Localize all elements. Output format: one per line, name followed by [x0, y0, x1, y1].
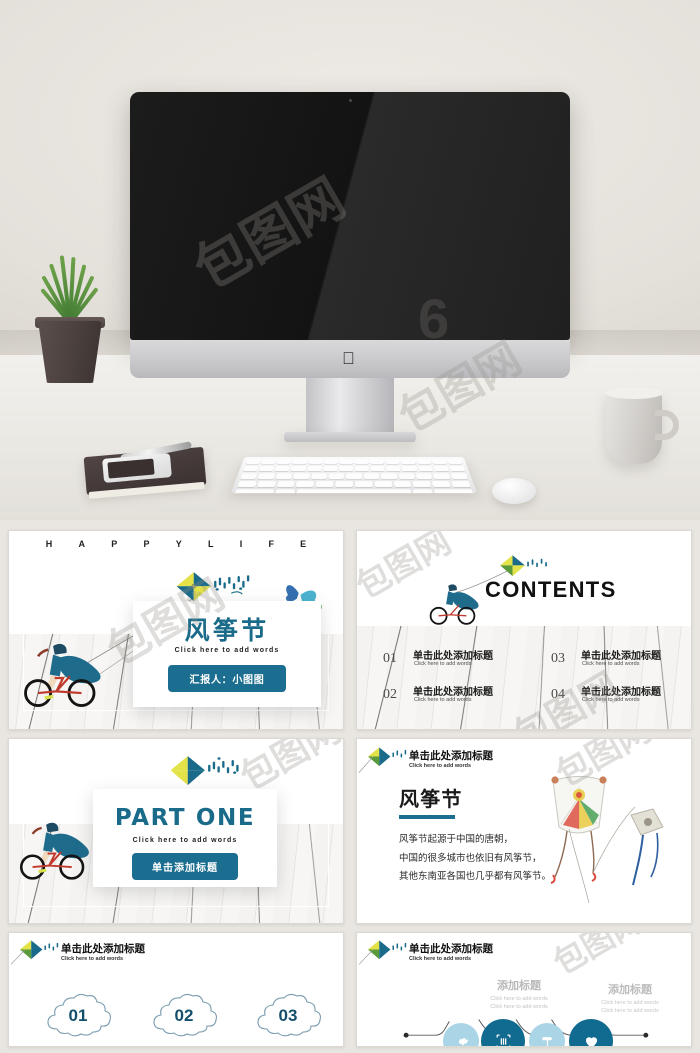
part-one-card: PART ONE Click here to add words 单击添加标题 — [93, 789, 277, 887]
contents-item-title: 单击此处添加标题 — [413, 651, 493, 662]
contents-item-num: 03 — [551, 651, 565, 666]
building-icon — [496, 1034, 510, 1046]
cloud-number: 02 — [174, 1006, 194, 1025]
thumb-slide-timeline[interactable]: 单击此处添加标题 Click here to add words 添加标题 Cl… — [356, 932, 692, 1047]
part-one-title: PART ONE — [114, 805, 256, 831]
intro-body-line: 其他东南亚各国也几乎都有风筝节。 — [399, 871, 552, 883]
potted-plant — [22, 255, 118, 385]
contents-item-desc: Click here to add words — [582, 661, 640, 667]
kite-icon — [176, 572, 250, 602]
imac-monitor: H A P P Y L I F E — [130, 92, 570, 442]
contents-item-num: 01 — [383, 651, 397, 666]
webcam-icon — [348, 99, 352, 102]
intro-title-underline — [399, 815, 455, 819]
thumb-slide-contents[interactable]: CONTENTS 01 单击此处添加标题 Click here to add w… — [356, 530, 692, 730]
thumb-slide-title[interactable]: H A P P Y L I F E 风筝节 Click here to add … — [8, 530, 344, 730]
clouds-head-cn: 单击此处添加标题 — [61, 943, 145, 955]
monitor-stand-foot — [284, 432, 416, 442]
thumb-slide-clouds[interactable]: 单击此处添加标题 Click here to add words 01 02 0… — [8, 932, 344, 1047]
plant-pot — [38, 321, 102, 383]
thumb-slide-part-one[interactable]: PART ONE Click here to add words 单击添加标题 … — [8, 738, 344, 924]
contents-item-desc: Click here to add words — [582, 697, 640, 703]
signpost-icon — [542, 1036, 552, 1046]
page-root: H A P P Y L I F E — [0, 0, 700, 1053]
thumb1-reporter-button[interactable]: 汇报人：小图图 — [167, 665, 287, 692]
part-one-subtitle: Click here to add words — [132, 837, 238, 844]
intro-head-en: Click here to add words — [409, 763, 472, 769]
part-one-button[interactable]: 单击添加标题 — [132, 853, 238, 880]
hero-mockup-scene: H A P P Y L I F E — [0, 0, 700, 520]
contents-heading: CONTENTS — [485, 577, 617, 602]
contents-item-desc: Click here to add words — [414, 697, 472, 703]
heart-icon — [585, 1036, 597, 1046]
clouds-head-en: Click here to add words — [61, 956, 124, 962]
monitor-bezel — [130, 92, 570, 340]
cloud-number: 03 — [278, 1006, 298, 1025]
kite-icon — [170, 756, 239, 786]
thumb1-subtitle-en: Click here to add words — [174, 647, 280, 654]
contents-item-num: 02 — [383, 687, 397, 702]
cloud-shape-02[interactable]: 02 — [147, 993, 221, 1041]
contents-item-title: 单击此处添加标题 — [581, 651, 661, 662]
timeline-connector — [403, 1019, 649, 1038]
thumb1-title-card: 风筝节 Click here to add words 汇报人：小图图 — [133, 601, 321, 707]
kite-icon — [500, 555, 547, 577]
kite-photo-illustration — [550, 776, 664, 904]
thumbnail-grid: H A P P Y L I F E 风筝节 Click here to add … — [0, 520, 700, 1053]
intro-head-cn: 单击此处添加标题 — [409, 750, 493, 762]
thumb-slide-intro[interactable]: 单击此处添加标题 Click here to add words 风筝节 风筝节… — [356, 738, 692, 924]
cloud-shape-03[interactable]: 03 — [251, 993, 325, 1041]
cloud-number: 01 — [68, 1006, 88, 1025]
gear-icon — [458, 1037, 468, 1045]
contents-item-num: 04 — [551, 687, 565, 702]
intro-section-title: 风筝节 — [399, 787, 463, 811]
cloud-shape-01[interactable]: 01 — [41, 993, 115, 1041]
apple-logo-icon:  — [342, 350, 358, 368]
contents-item-desc: Click here to add words — [414, 661, 472, 667]
intro-body-line: 中国的很多城市也依旧有风筝节， — [399, 852, 542, 864]
girl-on-bike-illustration — [24, 643, 101, 708]
contents-item-title: 单击此处添加标题 — [413, 687, 493, 698]
intro-body-line: 风筝节起源于中国的唐朝， — [399, 834, 514, 845]
thumb1-title-cn: 风筝节 — [184, 616, 270, 645]
intro-body: 风筝节起源于中国的唐朝， 中国的很多城市也依旧有风筝节， 其他东南亚各国也几乎都… — [399, 831, 551, 887]
contents-item-title: 单击此处添加标题 — [581, 687, 661, 698]
mouse — [492, 478, 536, 504]
coffee-mug — [605, 387, 679, 464]
monitor-stand-neck — [306, 378, 394, 436]
keyboard — [230, 456, 478, 494]
